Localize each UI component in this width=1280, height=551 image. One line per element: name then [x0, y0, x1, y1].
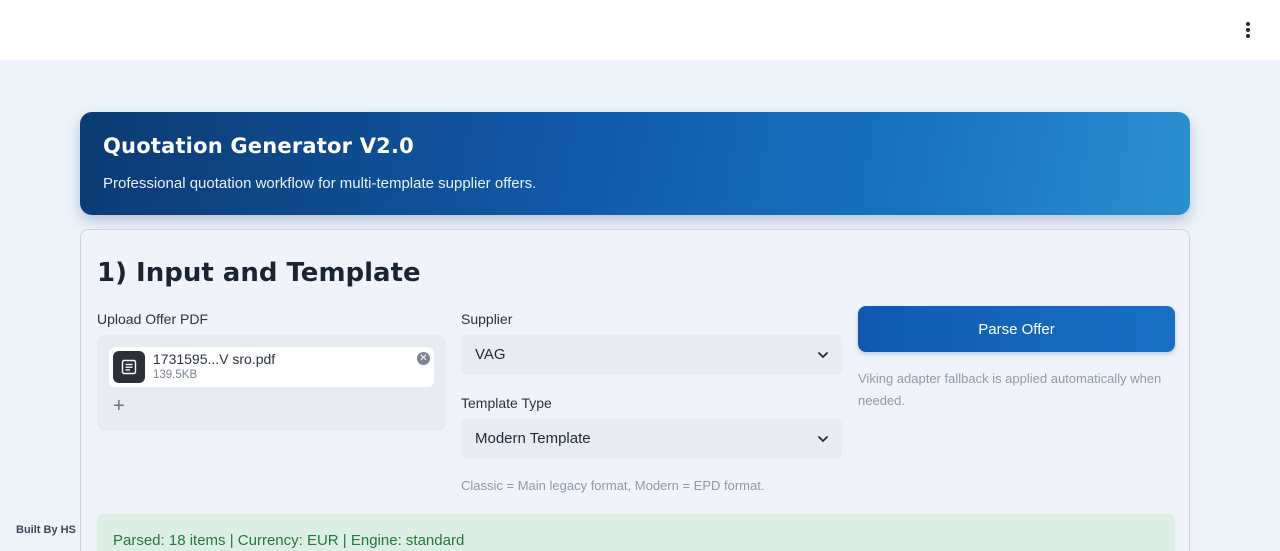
parse-offer-button[interactable]: Parse Offer	[858, 306, 1175, 352]
upload-label: Upload Offer PDF	[97, 311, 209, 327]
template-type-value: Modern Template	[475, 430, 591, 447]
template-type-select[interactable]: Modern Template	[461, 419, 842, 459]
chevron-down-icon	[818, 352, 828, 358]
hero-banner: Quotation Generator V2.0 Professional qu…	[80, 112, 1190, 215]
supplier-value: VAG	[475, 346, 506, 363]
kebab-menu-icon[interactable]	[1238, 20, 1258, 40]
parse-help-text: Viking adapter fallback is applied autom…	[858, 371, 1162, 408]
remove-file-icon[interactable]: ✕	[417, 352, 430, 365]
input-template-card: 1) Input and Template Upload Offer PDF 1…	[80, 229, 1190, 551]
supplier-select[interactable]: VAG	[461, 335, 842, 375]
template-help-text: Classic = Main legacy format, Modern = E…	[461, 478, 765, 493]
uploaded-file-chip: 1731595...V sro.pdf 139.5KB ✕	[109, 347, 434, 387]
section-title: 1) Input and Template	[97, 258, 421, 288]
chevron-down-icon	[818, 436, 828, 442]
top-bar	[0, 0, 1280, 60]
app-subtitle: Professional quotation workflow for mult…	[103, 175, 537, 192]
supplier-label: Supplier	[461, 311, 513, 327]
parse-status-message: Parsed: 18 items | Currency: EUR | Engin…	[113, 532, 465, 549]
template-type-label: Template Type	[461, 395, 552, 411]
file-name: 1731595...V sro.pdf	[153, 351, 276, 367]
parse-status-alert: Parsed: 18 items | Currency: EUR | Engin…	[97, 514, 1175, 551]
built-by-label: Built By HS	[16, 524, 76, 536]
app-title: Quotation Generator V2.0	[103, 134, 414, 158]
file-size: 139.5KB	[153, 369, 198, 381]
file-uploader[interactable]: 1731595...V sro.pdf 139.5KB ✕ +	[97, 335, 446, 431]
plus-icon[interactable]: +	[113, 396, 125, 416]
document-icon	[113, 351, 145, 383]
